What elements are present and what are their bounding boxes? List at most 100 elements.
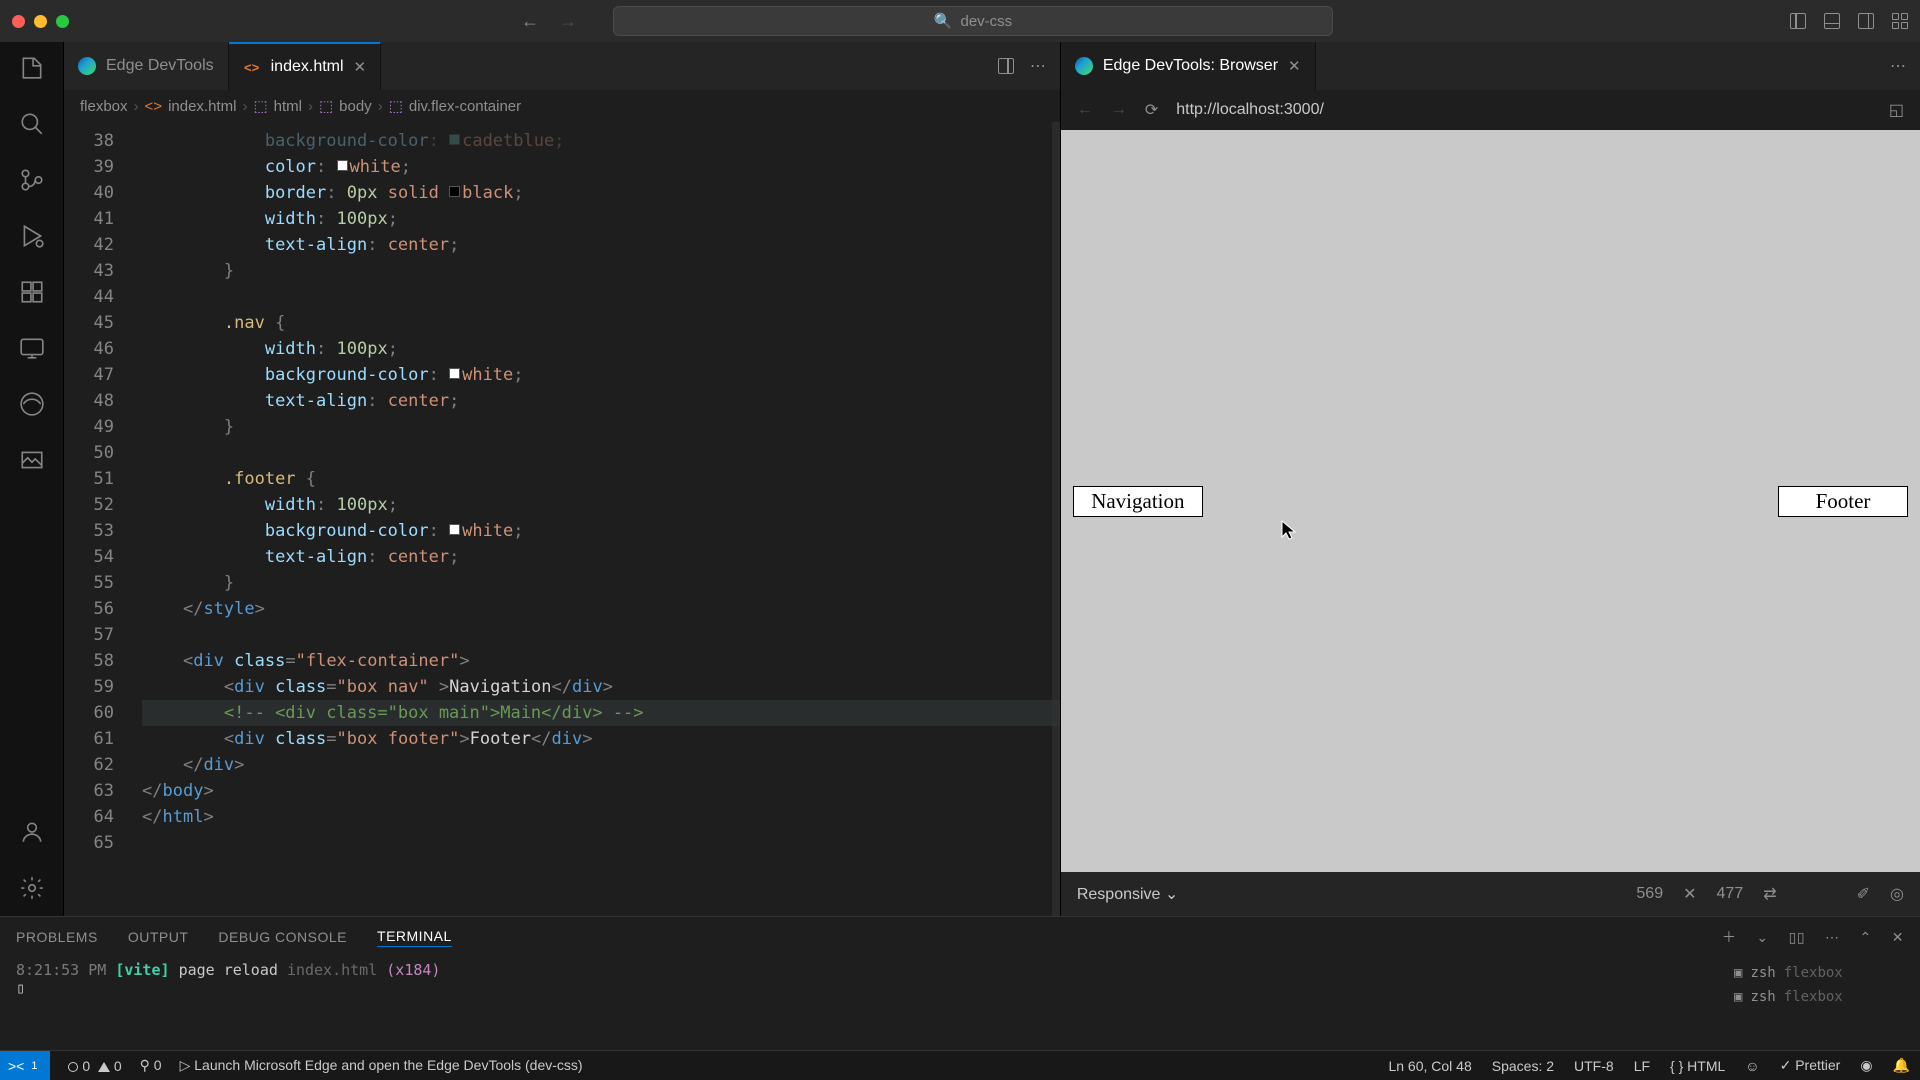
tab-edge-devtools[interactable]: Edge DevTools (64, 42, 229, 90)
search-icon: 🔍 (934, 12, 953, 30)
history-nav: ← → (521, 11, 577, 32)
close-panel-icon[interactable]: ✕ (1892, 929, 1904, 946)
eyedropper-icon[interactable]: ✐ (1857, 884, 1870, 904)
customize-layout-icon[interactable] (1892, 13, 1908, 29)
extensions-icon[interactable] (18, 278, 46, 306)
edge-tools-icon[interactable] (18, 390, 46, 418)
status-launch-task[interactable]: ▷ Launch Microsoft Edge and open the Edg… (180, 1057, 583, 1074)
status-copilot-icon[interactable]: ☺ (1745, 1058, 1759, 1074)
address-bar[interactable]: http://localhost:3000/ (1176, 101, 1324, 119)
accounts-icon[interactable] (18, 818, 46, 846)
run-debug-icon[interactable] (18, 222, 46, 250)
status-errors[interactable]: 0 0 (68, 1058, 121, 1074)
explorer-icon[interactable] (18, 54, 46, 82)
terminal[interactable]: 8:21:53 PM [vite] page reload index.html… (0, 957, 1920, 1050)
source-control-icon[interactable] (18, 166, 46, 194)
terminal-dropdown-icon[interactable]: ⌄ (1756, 929, 1768, 946)
rotate-icon[interactable]: ⇄ (1763, 884, 1776, 904)
browser-toolbar: ← → ⟳ http://localhost:3000/ ◱ (1061, 90, 1920, 130)
terminal-shell-icon: ▣ (1734, 965, 1742, 981)
browser-reload-icon[interactable]: ⟳ (1145, 100, 1158, 120)
activity-bar (0, 42, 64, 916)
close-tab-icon[interactable]: ✕ (1288, 57, 1301, 75)
tab-index-html[interactable]: <> index.html ✕ (229, 42, 382, 90)
panel-tab-debug-console[interactable]: DEBUG CONSOLE (218, 929, 347, 945)
breadcrumb-item[interactable]: html (274, 98, 302, 115)
tab-edge-browser[interactable]: Edge DevTools: Browser ✕ (1061, 42, 1316, 90)
viewport-height[interactable]: 477 (1717, 885, 1744, 903)
settings-gear-icon[interactable] (18, 874, 46, 902)
status-ports[interactable]: ⚲ 0 (140, 1057, 162, 1074)
terminal-list-item[interactable]: ▣ zsh flexbox (1734, 985, 1904, 1009)
terminal-tag: [vite] (115, 961, 169, 979)
breadcrumb-item[interactable]: div.flex-container (409, 98, 521, 115)
code-editor-group: Edge DevTools <> index.html ✕ ⋯ flexbox›… (64, 42, 1061, 916)
terminal-list-item[interactable]: ▣ zsh flexbox (1734, 961, 1904, 985)
terminal-shell-name: zsh (1750, 989, 1775, 1005)
chevron-down-icon: ⌄ (1165, 886, 1178, 903)
panel-tab-problems[interactable]: PROBLEMS (16, 929, 98, 945)
close-tab-icon[interactable]: ✕ (354, 58, 367, 76)
tab-label: index.html (271, 58, 344, 76)
close-window-button[interactable] (12, 15, 25, 28)
status-eol[interactable]: LF (1634, 1058, 1650, 1074)
terminal-cwd: flexbox (1784, 989, 1843, 1005)
code-editor[interactable]: 3839404142434445464748495051525354555657… (64, 122, 1060, 916)
inspect-icon[interactable]: ◎ (1890, 884, 1904, 904)
status-screencast-icon[interactable]: ◉ (1860, 1057, 1872, 1074)
bottom-panel: PROBLEMS OUTPUT DEBUG CONSOLE TERMINAL ＋… (0, 916, 1920, 1050)
viewport-width[interactable]: 569 (1636, 885, 1663, 903)
browser-tabs: Edge DevTools: Browser ✕ ⋯ (1061, 42, 1920, 90)
tab-label: Edge DevTools (106, 57, 214, 75)
panel-tab-output[interactable]: OUTPUT (128, 929, 189, 945)
page-preview[interactable]: Navigation Footer (1061, 130, 1920, 872)
browser-back-icon[interactable]: ← (1077, 101, 1093, 119)
new-terminal-icon[interactable]: ＋ (1722, 927, 1737, 947)
maximize-panel-icon[interactable]: ⌃ (1860, 929, 1872, 946)
terminal-shell-name: zsh (1750, 965, 1775, 981)
back-button[interactable]: ← (521, 11, 539, 32)
open-external-icon[interactable]: ◱ (1889, 100, 1904, 120)
code-content[interactable]: background-color: cadetblue; color: whit… (142, 122, 1060, 916)
window-controls (12, 15, 69, 28)
command-center-search[interactable]: 🔍 dev-css (613, 6, 1333, 36)
search-icon[interactable] (18, 110, 46, 138)
status-indentation[interactable]: Spaces: 2 (1492, 1058, 1554, 1074)
status-prettier[interactable]: ✓ Prettier (1780, 1057, 1841, 1074)
more-actions-icon[interactable]: ⋯ (1030, 56, 1046, 76)
breadcrumb-item[interactable]: body (339, 98, 372, 115)
status-language[interactable]: { } HTML (1670, 1058, 1725, 1074)
more-actions-icon[interactable]: ⋯ (1825, 929, 1840, 946)
minimize-window-button[interactable] (34, 15, 47, 28)
browser-forward-icon[interactable]: → (1111, 101, 1127, 119)
maximize-window-button[interactable] (56, 15, 69, 28)
minimap[interactable] (1052, 122, 1060, 916)
device-select[interactable]: Responsive ⌄ (1077, 884, 1178, 904)
status-notifications-icon[interactable]: 🔔 (1893, 1057, 1910, 1074)
more-actions-icon[interactable]: ⋯ (1890, 56, 1906, 76)
terminal-message: page reload (179, 961, 278, 979)
status-cursor-position[interactable]: Ln 60, Col 48 (1388, 1058, 1471, 1074)
split-editor-icon[interactable] (998, 58, 1014, 74)
panel-tabs: PROBLEMS OUTPUT DEBUG CONSOLE TERMINAL ＋… (0, 917, 1920, 957)
toggle-bottom-panel-icon[interactable] (1824, 13, 1840, 29)
toggle-left-sidebar-icon[interactable] (1790, 13, 1806, 29)
breadcrumb-item[interactable]: flexbox (80, 98, 128, 115)
remote-explorer-icon[interactable] (18, 334, 46, 362)
title-bar: ← → 🔍 dev-css (0, 0, 1920, 42)
forward-button[interactable]: → (559, 11, 577, 32)
breadcrumb-item[interactable]: index.html (168, 98, 236, 115)
split-terminal-icon[interactable]: ▯▯ (1789, 929, 1805, 946)
status-encoding[interactable]: UTF-8 (1574, 1058, 1614, 1074)
breadcrumb[interactable]: flexbox› <>index.html› ⬚html› ⬚body› ⬚di… (64, 90, 1060, 122)
terminal-cwd: flexbox (1784, 965, 1843, 981)
image-preview-icon[interactable] (18, 446, 46, 474)
tab-label: Edge DevTools: Browser (1103, 57, 1278, 75)
toggle-right-sidebar-icon[interactable] (1858, 13, 1874, 29)
html-file-icon: <> (243, 58, 261, 76)
remote-indicator[interactable]: ><1 (0, 1051, 50, 1080)
status-bar: ><1 0 0 ⚲ 0 ▷ Launch Microsoft Edge and … (0, 1050, 1920, 1080)
terminal-file: index.html (287, 961, 377, 979)
terminal-list: ▣ zsh flexbox ▣ zsh flexbox (1734, 961, 1904, 1046)
panel-tab-terminal[interactable]: TERMINAL (377, 928, 452, 947)
